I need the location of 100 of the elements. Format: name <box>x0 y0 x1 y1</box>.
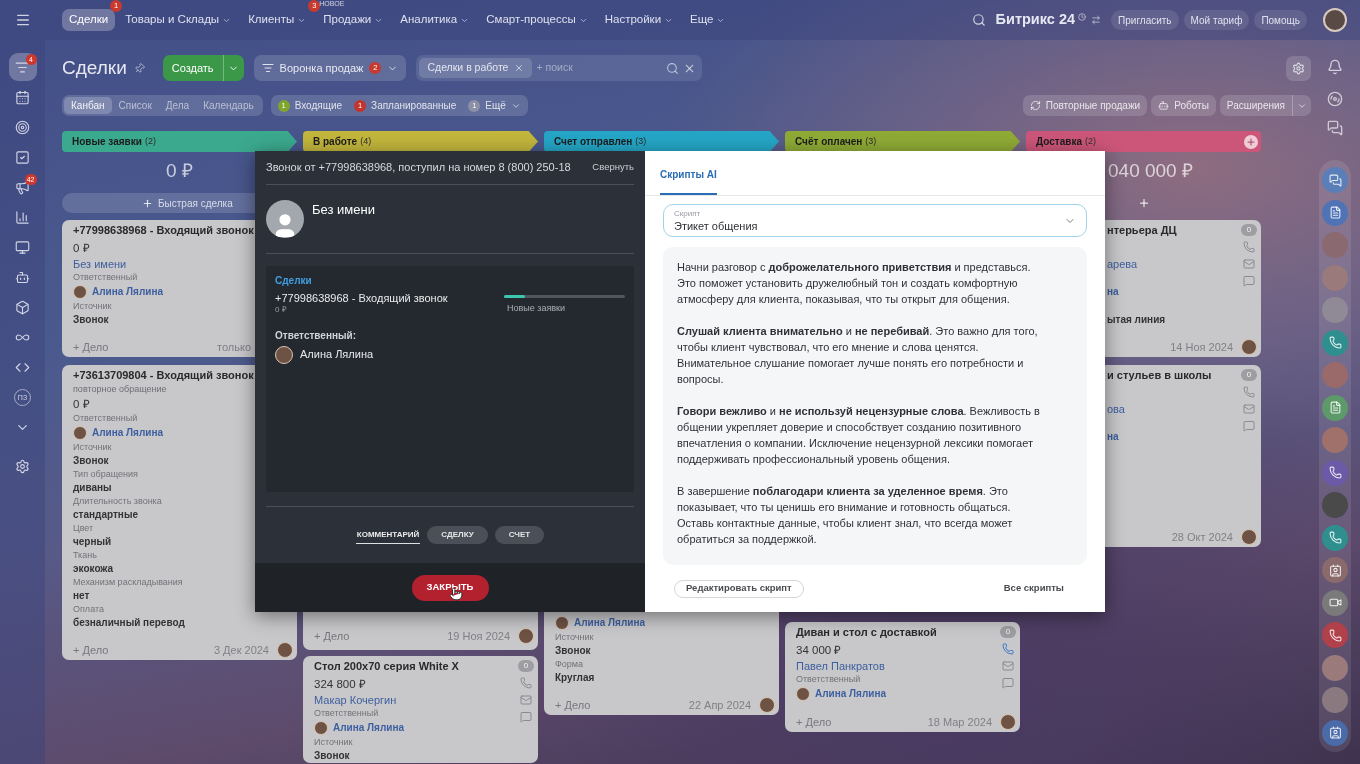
settings-icon <box>1292 61 1305 75</box>
filter-tag[interactable]: Сделки в работе <box>419 58 533 78</box>
person-name[interactable]: на <box>1107 283 1119 300</box>
close-icon[interactable] <box>514 63 525 73</box>
menu-icon[interactable] <box>14 12 31 28</box>
chat-icon[interactable] <box>520 711 532 723</box>
mail-icon[interactable] <box>1243 258 1255 270</box>
script-select[interactable]: Скрипт Этикет общения <box>663 204 1087 237</box>
deal-card[interactable]: + Дело 19 Ноя 2024 <box>303 612 538 650</box>
action-tab[interactable]: СЧЕТ <box>494 526 545 544</box>
nav-tab[interactable]: Еще <box>683 9 733 31</box>
mail-icon[interactable] <box>520 694 532 706</box>
field-value: Круглая <box>555 671 595 685</box>
toolbar-menu-button[interactable] <box>1292 95 1311 116</box>
nav-tab[interactable]: Клиенты <box>241 9 314 31</box>
arrows-icon[interactable] <box>1091 15 1102 25</box>
field-label: Ткань <box>73 550 97 561</box>
deals-heading[interactable]: Сделки <box>275 275 312 287</box>
chat-icon[interactable] <box>1327 120 1343 136</box>
add-task-button[interactable]: + Дело <box>555 696 591 714</box>
person-name[interactable]: Алина Лялина <box>333 720 405 735</box>
action-tab[interactable]: СДЕЛКУ <box>427 526 488 544</box>
person-name[interactable]: Алина Лялина <box>815 686 887 701</box>
person-name[interactable]: Алина Лялина <box>574 615 646 630</box>
chat-icon[interactable] <box>1002 677 1014 689</box>
add-stage-icon[interactable] <box>1244 134 1258 149</box>
close-button[interactable]: ЗАКРЫТЬ <box>411 574 489 601</box>
card-title[interactable]: и стульев в школы <box>1107 367 1212 384</box>
view-tab[interactable]: Список <box>111 97 159 114</box>
nav-tab[interactable]: Сделки <box>62 9 116 31</box>
deal-title[interactable]: +77998638968 - Входящий звонок <box>275 292 448 305</box>
phone-icon[interactable] <box>1243 386 1255 398</box>
card-date: 28 Окт 2024 <box>1171 529 1233 545</box>
chat-icon[interactable] <box>1243 420 1255 432</box>
deal-card[interactable]: +77998638968 - Входящий звонок 0 ₽ Без имени Ответственный Алина Лялина Источник Звонок + Дело только <box>62 220 255 357</box>
deal-card[interactable]: Диван и стол с доставкой 34 000 ₽ Павел Панкратов Ответственный Алина Лялина 0 + Дело 18 Мар 2024 <box>785 622 1020 732</box>
card-title[interactable]: Диван и стол с доставкой <box>796 624 937 641</box>
view-tab[interactable]: Канбан <box>64 97 112 114</box>
card-title[interactable]: Стол 200x70 серия White X <box>314 658 459 675</box>
add-task-button[interactable]: + Дело <box>796 713 832 731</box>
phone-icon[interactable] <box>1243 241 1255 253</box>
nav-tab[interactable]: Настройки <box>597 9 681 31</box>
quick-deal-button[interactable]: Быстрая сделка <box>62 193 255 213</box>
nav-tab[interactable]: Товары и Склады <box>118 9 239 31</box>
person-name[interactable]: Алина Лялина <box>92 425 164 440</box>
toolbar-button[interactable]: Расширения <box>1219 95 1292 116</box>
avatar-icon <box>796 686 810 701</box>
deal-card[interactable]: и стульев в школы ова на 0 28 Окт 2024 <box>1105 365 1261 547</box>
toolbar-button[interactable]: Повторные продажи <box>1022 95 1148 116</box>
mail-icon[interactable] <box>1243 403 1255 415</box>
header-link[interactable]: Мой тариф <box>1183 10 1250 30</box>
field-value: нет <box>73 589 90 603</box>
deal-card[interactable]: Алина Лялина Источник Звонок Форма Круглая + Дело 22 Апр 2024 <box>544 612 779 715</box>
card-price: 0 ₽ <box>73 397 90 412</box>
add-task-button[interactable]: + Дело <box>73 338 109 356</box>
plus-icon <box>1137 197 1150 209</box>
create-button[interactable]: Создать <box>162 55 223 81</box>
script-paragraph: В завершение поблагодари клиента за уделенное время. Это показывает, что ты ценишь его внимание и готовность общаться. Оставь контактные данные, чтобы клиент знал, что всегда может обратиться за поддержкой. <box>677 484 1014 547</box>
person-name[interactable]: Алина Лялина <box>92 284 164 299</box>
avatar-icon <box>314 720 328 735</box>
contact-link[interactable]: арева <box>1107 257 1138 272</box>
search-icon[interactable] <box>666 61 680 75</box>
person-name[interactable]: Алина Лялина <box>300 346 374 363</box>
card-title[interactable]: +77998638968 - Входящий звонок <box>73 222 254 239</box>
toolbar-button[interactable]: Роботы <box>1151 95 1216 116</box>
person-name[interactable]: на <box>1107 428 1119 445</box>
deal-card[interactable]: нтерьера ДЦ арева на ытая линия 0 14 Ноя 2024 <box>1105 220 1261 357</box>
nav-tab[interactable]: Продажи <box>316 9 391 31</box>
search-field[interactable]: Сделки в работе + поиск <box>416 55 703 81</box>
settings-button[interactable] <box>1286 55 1311 81</box>
disc-icon[interactable] <box>1327 91 1343 107</box>
mail-icon[interactable] <box>1002 660 1014 672</box>
phone-icon[interactable] <box>1002 643 1014 655</box>
view-tab[interactable]: Календарь <box>196 97 261 114</box>
view-tab[interactable]: Дела <box>158 97 197 114</box>
card-title[interactable]: +73613709804 - Входящий звонок <box>73 367 254 384</box>
header-link[interactable]: Помощь <box>1254 10 1307 30</box>
script-paragraph: Говори вежливо и не используй нецензурные слова. Вежливость в общении укрепляет доверие и способствует созданию позитивного впечатления о компании. Исключение нецензурной лексики помогает поддерживать профессиональный уровень общения. <box>677 404 1041 467</box>
panel-tab[interactable]: Скрипты AI <box>660 151 717 195</box>
action-tab[interactable]: КОММЕНТАРИЙ <box>355 526 421 544</box>
bell-icon[interactable] <box>1327 59 1343 75</box>
collapse-link[interactable]: Свернуть <box>592 160 634 175</box>
contact-link[interactable]: ова <box>1107 402 1125 417</box>
search-icon[interactable] <box>971 13 986 27</box>
nav-tab[interactable]: Аналитика <box>393 9 477 31</box>
contact-link[interactable]: Без имени <box>73 257 127 272</box>
add-task-button[interactable]: + Дело <box>314 627 350 645</box>
nav-tab[interactable]: Смарт-процессы <box>479 9 595 31</box>
header-link[interactable]: Пригласить <box>1111 10 1179 30</box>
field-label: Длительность звонка <box>73 496 162 507</box>
contact-link[interactable]: Макар Кочергин <box>314 693 397 708</box>
all-scripts-link[interactable]: Все скрипты <box>1003 581 1064 596</box>
chat-icon[interactable] <box>1243 275 1255 287</box>
card-title[interactable]: нтерьера ДЦ <box>1107 222 1177 239</box>
robot-icon <box>15 269 30 285</box>
deal-card[interactable]: Стол 200x70 серия White X 324 800 ₽ Макар Кочергин Ответственный Алина Лялина Источник Звонок 0 <box>303 656 538 763</box>
quick-deal-button[interactable] <box>1137 197 1150 209</box>
add-task-button[interactable]: + Дело <box>73 641 109 659</box>
phone-icon[interactable] <box>520 677 532 689</box>
contact-link[interactable]: Павел Панкратов <box>796 659 885 674</box>
